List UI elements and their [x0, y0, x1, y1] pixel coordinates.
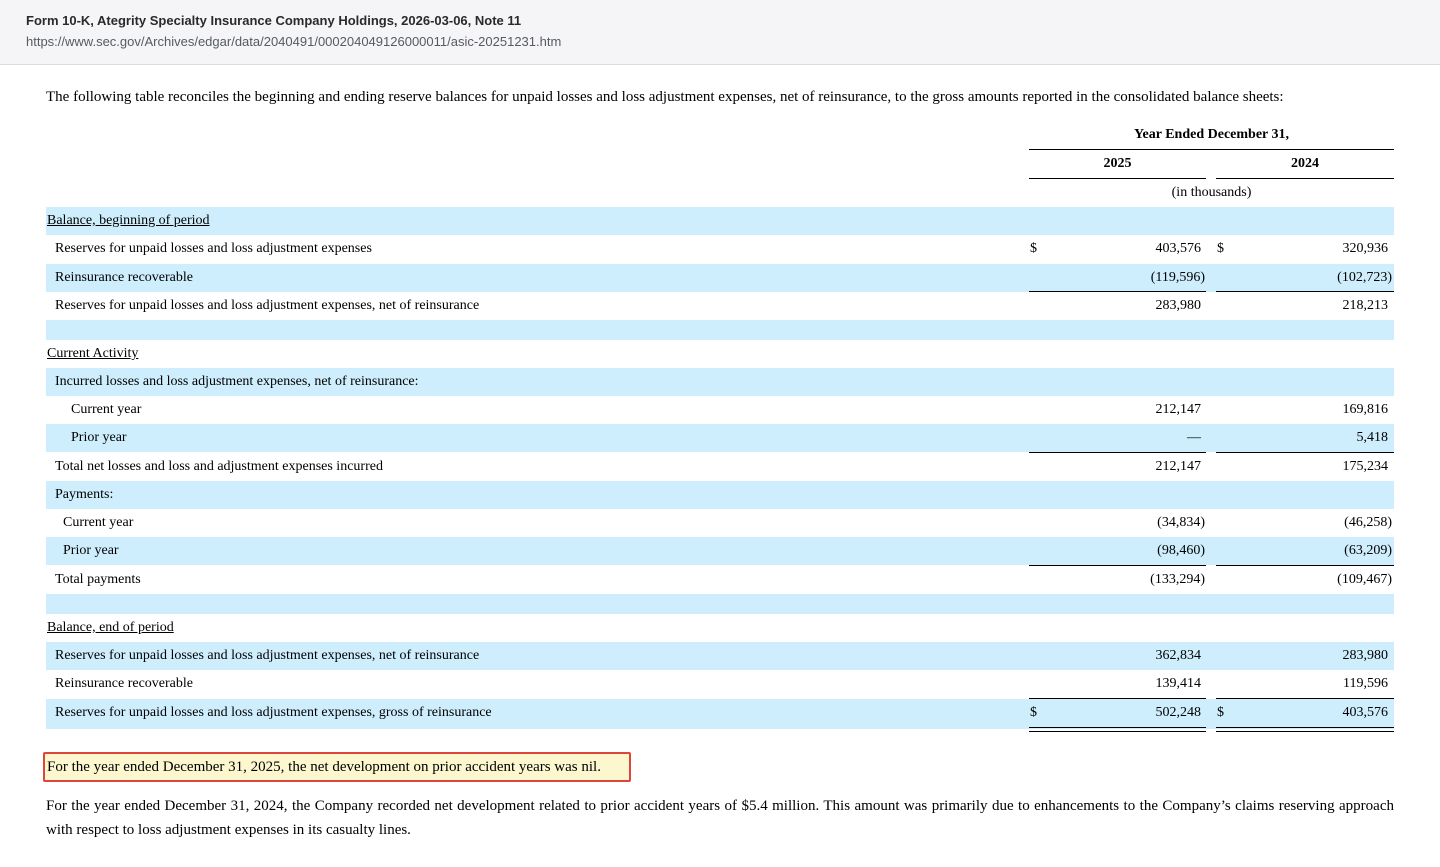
value-2024: 218,213 [1342, 298, 1389, 313]
value-2024: (46,258) [1344, 515, 1392, 530]
value-2025: 139,414 [1155, 676, 1202, 691]
row-band [46, 594, 1394, 614]
table-row: Current year (34,834) (46,258) [46, 509, 1394, 537]
value-2025: 403,576 [1155, 241, 1202, 256]
table-row: Prior year (98,460) (63,209) [46, 537, 1394, 565]
document-title: Form 10-K, Ategrity Specialty Insurance … [26, 13, 522, 28]
table-row: Balance, end of period [46, 614, 1394, 642]
row-label: Incurred losses and loss adjustment expe… [55, 374, 419, 389]
total-double-rule [1216, 731, 1394, 732]
currency-symbol: $ [1217, 241, 1224, 256]
table-row: Reserves for unpaid losses and loss adju… [46, 699, 1394, 727]
value-2025: 212,147 [1155, 459, 1202, 474]
value-2024: 320,936 [1342, 241, 1389, 256]
value-2024: 169,816 [1342, 402, 1389, 417]
row-label: Reinsurance recoverable [55, 270, 193, 285]
document-header: Form 10-K, Ategrity Specialty Insurance … [0, 0, 1440, 65]
value-2024: 5,418 [1356, 430, 1389, 445]
total-double-rule [1029, 727, 1206, 728]
table-row: Reserves for unpaid losses and loss adju… [46, 235, 1394, 263]
currency-symbol: $ [1030, 705, 1037, 720]
table-row: Balance, beginning of period [46, 207, 1394, 235]
value-2025: (133,294) [1150, 572, 1205, 587]
table-row: Incurred losses and loss adjustment expe… [46, 368, 1394, 396]
value-2024: (102,723) [1337, 270, 1392, 285]
header-rule [1029, 149, 1394, 150]
document-url[interactable]: https://www.sec.gov/Archives/edgar/data/… [26, 34, 561, 49]
row-label: Current year [63, 515, 134, 530]
row-label: Current year [71, 402, 142, 417]
value-2025: (34,834) [1157, 515, 1205, 530]
section-heading: Balance, end of period [47, 620, 174, 635]
row-label: Total net losses and loss and adjustment… [55, 459, 383, 474]
table-row: Reserves for unpaid losses and loss adju… [46, 642, 1394, 670]
total-double-rule [1029, 731, 1206, 732]
header-rule [1216, 178, 1394, 179]
value-2025: 502,248 [1155, 705, 1202, 720]
row-label: Payments: [55, 487, 114, 502]
table-row: Reinsurance recoverable 139,414 119,596 [46, 670, 1394, 698]
value-2025: 212,147 [1155, 402, 1202, 417]
row-label: Prior year [63, 543, 119, 558]
row-band [46, 320, 1394, 340]
closing-paragraph: For the year ended December 31, 2024, th… [46, 798, 1394, 838]
table-row: Total net losses and loss and adjustment… [46, 453, 1394, 481]
header-rule [1029, 178, 1206, 179]
value-2025: 283,980 [1155, 298, 1202, 313]
column-header-2025: 2025 [1103, 156, 1132, 171]
table-row: Reinsurance recoverable (119,596) (102,7… [46, 264, 1394, 292]
section-heading: Balance, beginning of period [47, 213, 210, 228]
value-2024: 119,596 [1343, 676, 1388, 691]
value-2024: 403,576 [1342, 705, 1389, 720]
value-2024: 283,980 [1342, 648, 1389, 663]
value-2025: (119,596) [1150, 270, 1205, 285]
table-row: Current year 212,147 169,816 [46, 396, 1394, 424]
currency-symbol: $ [1030, 241, 1037, 256]
row-label: Reinsurance recoverable [55, 676, 193, 691]
row-label: Reserves for unpaid losses and loss adju… [55, 648, 480, 663]
table-row: Current Activity [46, 340, 1394, 368]
value-2024: 175,234 [1342, 459, 1389, 474]
total-double-rule [1216, 727, 1394, 728]
intro-paragraph: The following table reconciles the begin… [46, 89, 1284, 105]
highlighted-note-text: For the year ended December 31, 2025, th… [47, 759, 601, 775]
value-2025: (98,460) [1157, 543, 1205, 558]
row-label: Reserves for unpaid losses and loss adju… [55, 298, 480, 313]
table-row: Total payments (133,294) (109,467) [46, 566, 1394, 594]
period-header: Year Ended December 31, [1133, 127, 1290, 142]
row-label: Reserves for unpaid losses and loss adju… [55, 705, 492, 720]
row-label: Reserves for unpaid losses and loss adju… [55, 241, 372, 256]
value-2024: (63,209) [1344, 543, 1392, 558]
value-2025: 362,834 [1155, 648, 1202, 663]
table-row: Prior year — 5,418 [46, 424, 1394, 452]
value-2024: (109,467) [1337, 572, 1392, 587]
row-label: Total payments [55, 572, 141, 587]
currency-symbol: $ [1217, 705, 1224, 720]
table-row: Reserves for unpaid losses and loss adju… [46, 292, 1394, 320]
units-label: (in thousands) [1171, 185, 1252, 200]
row-label: Prior year [71, 430, 127, 445]
table-row: Payments: [46, 481, 1394, 509]
value-2025: — [1187, 430, 1201, 445]
section-heading: Current Activity [47, 346, 139, 361]
column-header-2024: 2024 [1291, 156, 1319, 171]
highlighted-note: For the year ended December 31, 2025, th… [43, 752, 631, 782]
